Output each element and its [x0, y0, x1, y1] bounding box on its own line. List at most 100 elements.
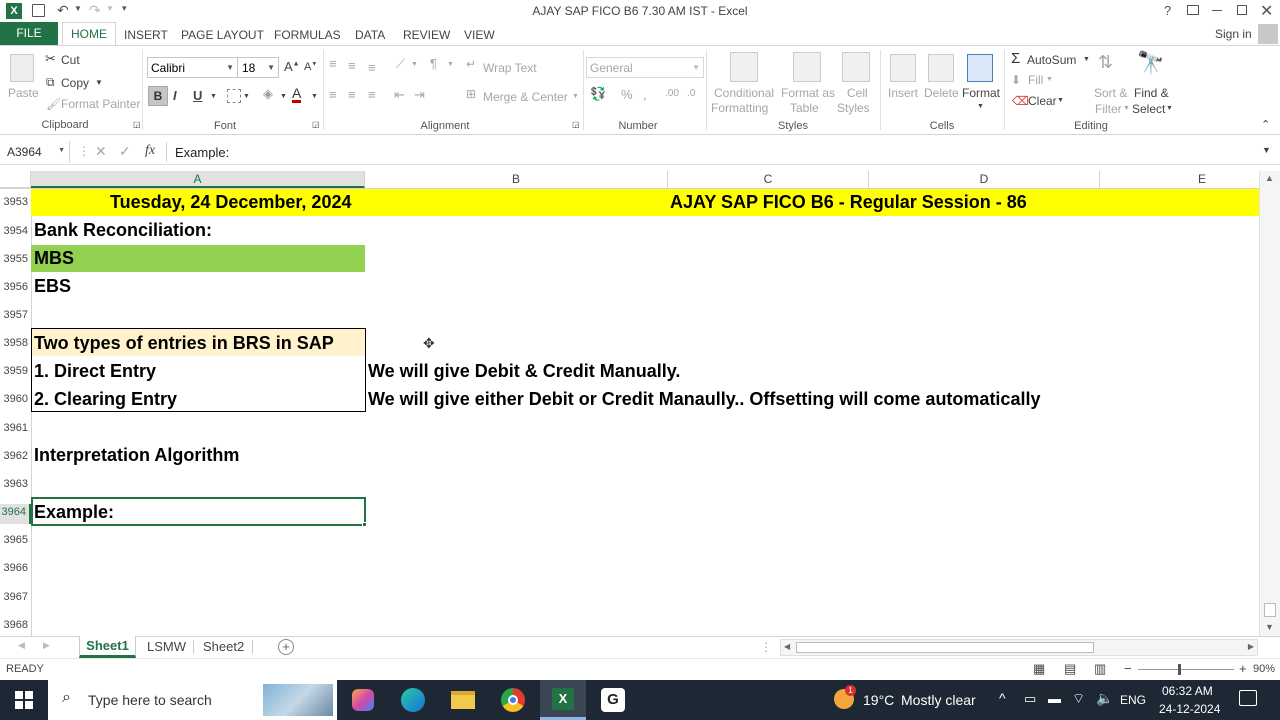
cell-styles-icon[interactable] [842, 52, 870, 82]
formula-bar-more-icon[interactable]: ⋮ [78, 144, 90, 158]
decrease-indent-icon[interactable]: ⇤ [394, 87, 405, 103]
help-icon[interactable]: ? [1164, 3, 1171, 18]
format-as-table-label-1[interactable]: Format as [781, 86, 835, 100]
cell-a3954[interactable]: Bank Reconciliation: [34, 216, 212, 244]
insert-cells-button[interactable]: Insert [888, 86, 918, 100]
collapse-ribbon-icon[interactable]: ⌃ [1261, 118, 1270, 131]
confirm-entry-icon[interactable]: ✓ [119, 143, 131, 160]
row-header-3964[interactable]: 3964 [0, 504, 31, 524]
row-header-3956[interactable]: 3956 [0, 281, 31, 293]
paste-icon[interactable] [10, 54, 34, 82]
page-layout-view-icon[interactable]: ▤ [1064, 661, 1076, 677]
format-cells-icon[interactable] [967, 54, 993, 82]
delete-cells-icon[interactable] [928, 54, 954, 82]
borders-icon[interactable] [227, 89, 241, 103]
column-header-c[interactable]: C [668, 171, 869, 188]
row-header-3955[interactable]: 3955 [0, 253, 31, 265]
zoom-in-icon[interactable]: + [1239, 661, 1247, 676]
tab-view[interactable]: VIEW [464, 25, 495, 45]
sheet-tab-sheet2[interactable]: Sheet2 [203, 639, 244, 654]
autosum-icon[interactable]: Σ [1011, 50, 1020, 67]
cut-button[interactable]: Cut [61, 53, 80, 67]
cell-a3959[interactable]: 1. Direct Entry [34, 357, 156, 385]
grammarly-icon[interactable]: G [590, 680, 636, 720]
zoom-slider-track[interactable] [1138, 669, 1234, 670]
autosum-button[interactable]: AutoSum [1027, 53, 1076, 67]
name-box-dropdown-icon[interactable]: ▼ [58, 147, 65, 154]
format-painter-button[interactable]: Format Painter [61, 97, 140, 111]
row-header-3963[interactable]: 3963 [0, 478, 31, 490]
font-size-dropdown-icon[interactable]: ▼ [267, 63, 275, 72]
new-sheet-icon[interactable]: + [278, 639, 294, 655]
increase-indent-icon[interactable]: ⇥ [414, 87, 425, 103]
row-header-3965[interactable]: 3965 [0, 534, 31, 546]
column-header-d[interactable]: D [869, 171, 1100, 188]
sheet-tab-lsmw[interactable]: LSMW [147, 639, 186, 654]
weather-temp[interactable]: 19°C [863, 692, 894, 708]
format-cells-button[interactable]: Format [962, 86, 1000, 100]
accounting-format-icon[interactable]: 💱 [590, 86, 606, 102]
wrap-text-icon[interactable]: ↵ [466, 57, 476, 71]
clear-dropdown-icon[interactable]: ▼ [1057, 97, 1064, 104]
sign-in-link[interactable]: Sign in [1215, 27, 1252, 41]
number-format-box[interactable]: General ▼ [586, 57, 704, 78]
fill-button[interactable]: Fill [1028, 73, 1043, 87]
normal-view-icon[interactable]: ▦ [1033, 661, 1045, 677]
weather-text[interactable]: Mostly clear [901, 692, 976, 708]
format-as-table-icon[interactable] [793, 52, 821, 82]
scroll-left-icon[interactable]: ◀ [784, 642, 790, 651]
font-size-box[interactable]: 18 ▼ [237, 57, 279, 78]
cell-c3953[interactable]: AJAY SAP FICO B6 - Regular Session - 86 [670, 188, 1027, 216]
align-left-icon[interactable]: ≡ [329, 87, 337, 102]
underline-button[interactable]: U [193, 88, 202, 103]
row-header-3957[interactable]: 3957 [0, 309, 31, 321]
cancel-entry-icon[interactable]: ✕ [95, 143, 107, 160]
chrome-browser-icon[interactable] [490, 680, 536, 720]
conditional-formatting-label-2[interactable]: Formatting [711, 101, 768, 115]
top-align-icon[interactable]: ≡ [329, 56, 337, 71]
autosum-dropdown-icon[interactable]: ▼ [1083, 56, 1090, 63]
tab-formulas[interactable]: FORMULAS [274, 25, 341, 45]
column-header-e[interactable]: E [1100, 171, 1280, 188]
sort-filter-label-2[interactable]: Filter [1095, 102, 1122, 116]
clock-time[interactable]: 06:32 AM [1162, 684, 1213, 698]
cell-styles-label-1[interactable]: Cell [847, 86, 868, 100]
edge-browser-icon[interactable] [390, 680, 436, 720]
zoom-slider-thumb[interactable] [1178, 664, 1181, 675]
select-all-corner[interactable] [0, 171, 31, 188]
volume-icon[interactable]: 🔈 [1096, 690, 1113, 707]
row-header-3958[interactable]: 3958 [0, 337, 31, 349]
middle-align-icon[interactable]: ≡ [348, 58, 356, 73]
column-header-a[interactable]: A [31, 171, 365, 188]
font-name-dropdown-icon[interactable]: ▼ [226, 63, 234, 72]
bold-button[interactable]: B [148, 86, 168, 106]
conditional-formatting-label-1[interactable]: Conditional [714, 86, 774, 100]
copy-dropdown-icon[interactable]: ▼ [95, 78, 103, 87]
fill-color-dropdown-icon[interactable]: ▼ [280, 93, 287, 100]
scroll-up-icon[interactable]: ▲ [1265, 173, 1274, 183]
minimize-icon[interactable] [1212, 10, 1222, 11]
prev-sheet-icon[interactable]: ◀ [18, 640, 25, 651]
start-windows-icon[interactable] [0, 680, 48, 720]
tab-file[interactable]: FILE [0, 22, 58, 45]
merge-center-button[interactable]: Merge & Center [483, 90, 568, 104]
cell-a3956[interactable]: EBS [34, 272, 71, 300]
cell-a3962[interactable]: Interpretation Algorithm [34, 441, 239, 469]
conditional-formatting-icon[interactable] [730, 52, 758, 82]
restore-icon[interactable] [1237, 5, 1247, 15]
row-header-3953[interactable]: 3953 [0, 196, 31, 208]
bottom-align-icon[interactable]: ≡ [368, 60, 376, 75]
formula-input[interactable]: Example: [175, 145, 229, 160]
cell-a3960[interactable]: 2. Clearing Entry [34, 385, 177, 413]
close-icon[interactable]: ✕ [1260, 1, 1273, 21]
wrap-text-button[interactable]: Wrap Text [483, 61, 537, 75]
tab-data[interactable]: DATA [355, 25, 385, 45]
cell-b3960[interactable]: We will give either Debit or Credit Mana… [368, 385, 1040, 413]
decrease-font-size-icon[interactable]: A▼ [304, 61, 317, 73]
text-direction-dropdown-icon[interactable]: ▼ [447, 61, 454, 68]
cell-styles-label-2[interactable]: Styles [837, 101, 870, 115]
alignment-launcher-icon[interactable]: ◲ [572, 120, 580, 129]
tab-home[interactable]: HOME [62, 22, 116, 45]
sheet-tab-sheet1[interactable]: Sheet1 [79, 636, 136, 658]
increase-font-size-icon[interactable]: A▲ [284, 59, 300, 74]
